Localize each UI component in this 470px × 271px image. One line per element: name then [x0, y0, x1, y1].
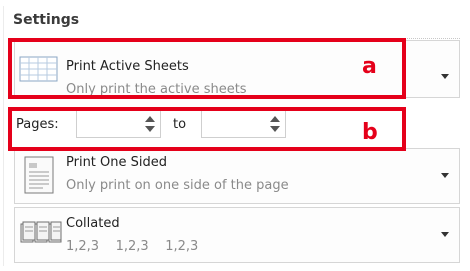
- collation-description: 1,2,3 1,2,3 1,2,3: [66, 239, 199, 254]
- collation-dropdown[interactable]: Collated 1,2,3 1,2,3 1,2,3: [14, 207, 460, 263]
- chevron-down-icon: [441, 232, 449, 237]
- callout-letter-a: a: [362, 54, 377, 79]
- callout-letter-b: b: [362, 120, 378, 145]
- callout-box-b: [8, 107, 406, 151]
- collation-label: Collated: [66, 216, 120, 231]
- print-sides-description: Only print on one side of the page: [66, 178, 289, 193]
- panel-left-border: [3, 6, 4, 266]
- chevron-down-icon: [441, 173, 449, 178]
- callout-box-a: [8, 38, 406, 99]
- collated-pages-icon: [19, 218, 63, 252]
- print-sides-label: Print One Sided: [66, 155, 168, 170]
- settings-heading: Settings: [13, 12, 80, 28]
- chevron-down-icon: [441, 74, 449, 79]
- print-sides-dropdown[interactable]: Print One Sided Only print on one side o…: [14, 148, 460, 204]
- one-sided-page-icon: [19, 155, 59, 201]
